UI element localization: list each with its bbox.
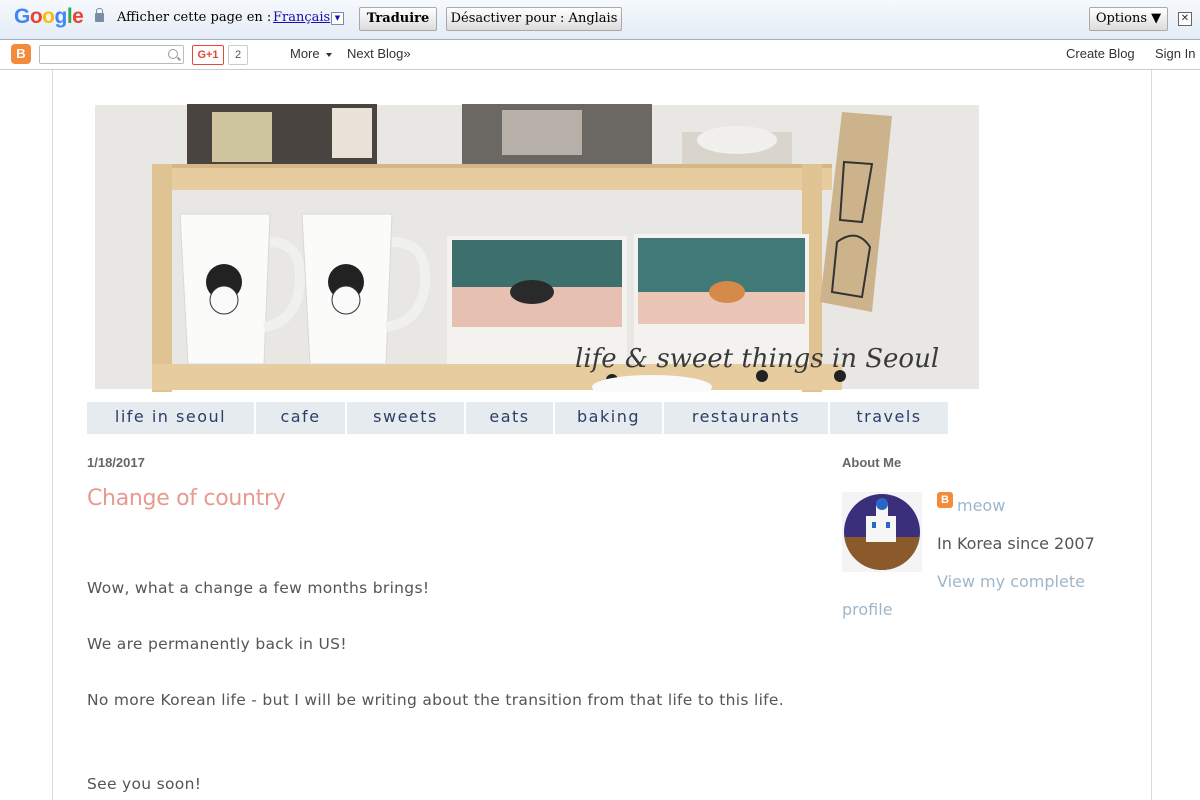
blogger-profile-icon: B	[937, 492, 953, 508]
create-blog-link[interactable]: Create Blog	[1066, 46, 1135, 61]
about-me-title: About Me	[842, 455, 902, 470]
post-paragraph: Wow, what a change a few months brings!	[87, 579, 430, 597]
lock-icon	[95, 8, 104, 22]
post-paragraph: We are permanently back in US!	[87, 635, 347, 653]
profile-name-link[interactable]: meow	[957, 496, 1005, 515]
more-menu[interactable]: More	[290, 46, 320, 61]
options-button[interactable]: Options ▼	[1089, 7, 1168, 31]
blogger-icon[interactable]: B	[11, 44, 31, 64]
post-title[interactable]: Change of country	[87, 486, 286, 511]
gplus-count: 2	[228, 45, 248, 65]
next-blog-link[interactable]: Next Blog»	[347, 46, 411, 61]
chevron-down-icon[interactable]	[326, 53, 332, 57]
tab-sweets[interactable]: sweets	[347, 402, 464, 434]
disable-translation-button[interactable]: Désactiver pour : Anglais	[446, 7, 622, 31]
translate-bar: Google Afficher cette page en : Français…	[0, 0, 1200, 40]
language-dropdown-icon[interactable]: ▼	[331, 12, 344, 25]
tab-life-in-seoul[interactable]: life in seoul	[87, 402, 254, 434]
post-paragraph: No more Korean life - but I will be writ…	[87, 691, 784, 709]
sign-in-link[interactable]: Sign In	[1155, 46, 1195, 61]
language-select[interactable]: Français	[273, 10, 330, 25]
tab-travels[interactable]: travels	[830, 402, 948, 434]
blogger-navbar: B G+1 2 More Next Blog» Create Blog Sign…	[0, 40, 1200, 70]
page-frame-left	[52, 70, 53, 800]
header-title: life & sweet things in Seoul	[575, 344, 939, 374]
view-profile-link[interactable]: View my complete	[937, 572, 1085, 591]
tab-baking[interactable]: baking	[555, 402, 662, 434]
post-date: 1/18/2017	[87, 455, 145, 470]
avatar[interactable]	[842, 492, 922, 572]
translate-label: Afficher cette page en :	[117, 10, 272, 25]
close-icon[interactable]: ✕	[1178, 12, 1192, 26]
page-frame-right	[1151, 70, 1152, 800]
view-profile-link-cont[interactable]: profile	[842, 600, 893, 619]
search-input[interactable]	[39, 45, 184, 64]
gplus-button[interactable]: G+1	[192, 45, 224, 65]
search-icon[interactable]	[168, 49, 178, 59]
tab-eats[interactable]: eats	[466, 402, 553, 434]
google-logo: Google	[14, 5, 84, 28]
post-paragraph: See you soon!	[87, 775, 202, 793]
translate-button[interactable]: Traduire	[359, 7, 437, 31]
header-image[interactable]: life & sweet things in Seoul	[92, 102, 982, 392]
tab-restaurants[interactable]: restaurants	[664, 402, 828, 434]
tab-cafe[interactable]: cafe	[256, 402, 345, 434]
profile-description: In Korea since 2007	[937, 534, 1095, 553]
